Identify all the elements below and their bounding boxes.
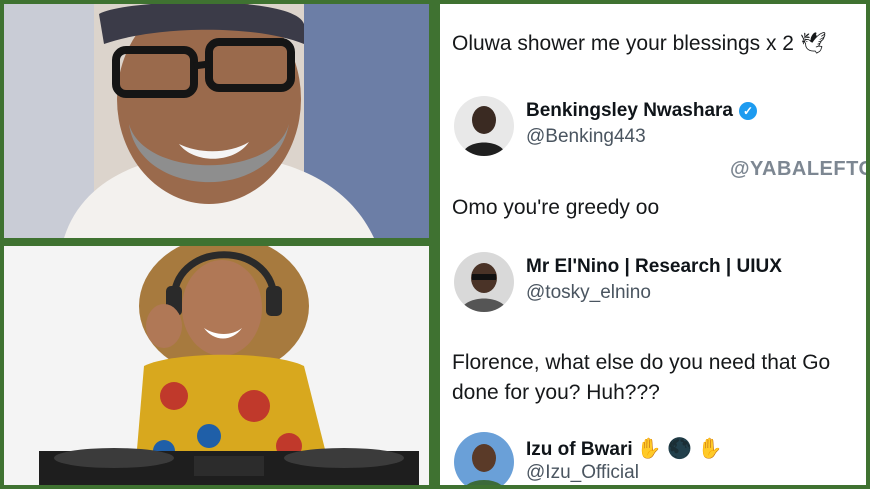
man-portrait-image [4, 4, 429, 238]
avatar[interactable] [454, 96, 514, 156]
verified-badge-icon: ✓ [738, 102, 757, 120]
watermark: @YABALEFTO [730, 158, 866, 180]
avatar-image [454, 252, 514, 312]
user-handle[interactable]: @Benking443 [526, 126, 646, 148]
avatar[interactable] [454, 432, 514, 485]
user-handle[interactable]: @Izu_Official [526, 462, 639, 484]
dj-woman-photo [4, 246, 429, 485]
man-portrait-photo [4, 4, 429, 238]
avatar[interactable] [454, 252, 514, 312]
user-display-name[interactable]: Benkingsley Nwashara ✓ [526, 100, 757, 122]
tweet-text-blessings: Oluwa shower me your blessings x 2 🕊 [452, 32, 827, 55]
avatar-image [454, 432, 514, 485]
tweet-thread-screenshot: Oluwa shower me your blessings x 2 🕊 Ben… [440, 4, 866, 485]
tweet-text-greedy: Omo you're greedy oo [452, 196, 660, 219]
user-display-name[interactable]: Izu of Bwari ✋ 🌑 ✋ [526, 436, 722, 461]
user-elnino[interactable]: Mr El'Nino | Research | UIUX @tosky_elni… [454, 252, 864, 316]
user-handle[interactable]: @tosky_elnino [526, 282, 651, 304]
hand-moon-emoji-icons: ✋ 🌑 ✋ [636, 438, 723, 460]
tweet-text-florence: Florence, what else do you need that Go … [452, 351, 831, 404]
dj-woman-image [4, 246, 429, 485]
user-display-name[interactable]: Mr El'Nino | Research | UIUX [526, 256, 782, 278]
user-izu[interactable]: Izu of Bwari ✋ 🌑 ✋ @Izu_Official [454, 432, 864, 485]
avatar-image [454, 96, 514, 156]
user-benkingsley[interactable]: Benkingsley Nwashara ✓ @Benking443 [454, 96, 864, 160]
